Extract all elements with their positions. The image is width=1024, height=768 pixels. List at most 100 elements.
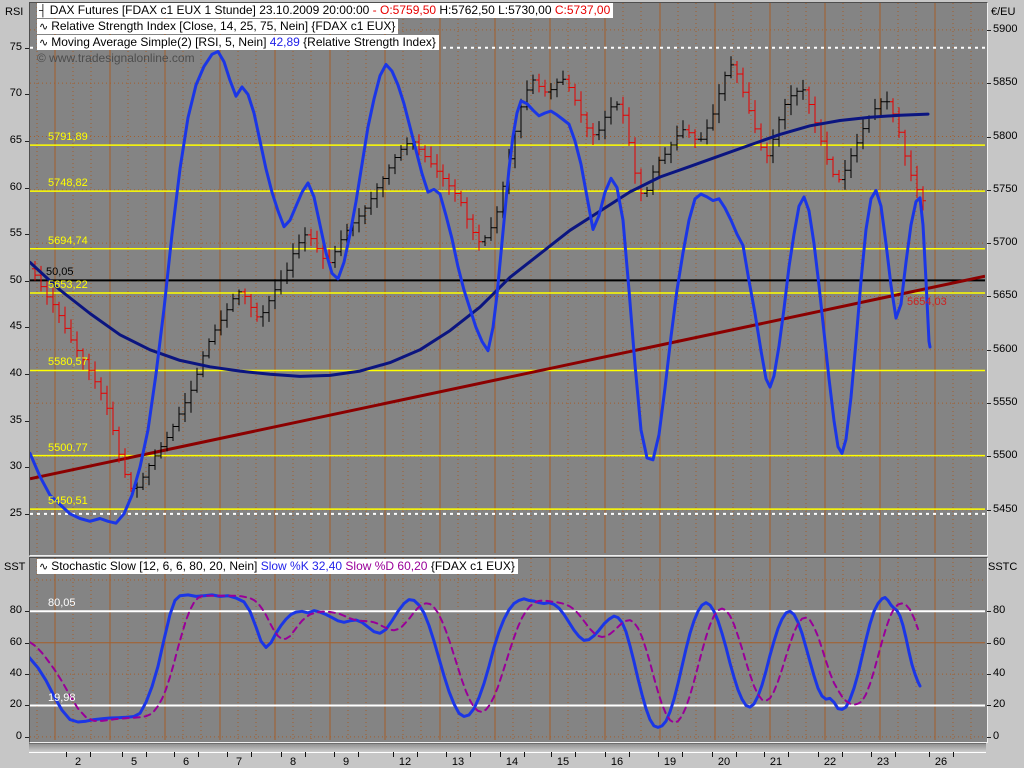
date-label: 14 [505, 756, 519, 768]
price-bar-up [374, 183, 380, 208]
rsi-tick-label: 70 [9, 87, 22, 100]
price-bar-up [782, 98, 788, 130]
date-label: 21 [769, 756, 783, 768]
price-bar-up [272, 279, 278, 310]
price-bar-up [644, 186, 650, 197]
price-tick-label: 5700 [993, 236, 1018, 249]
price-bar-up [842, 160, 848, 190]
price-bar-up [878, 98, 884, 117]
date-label: 23 [876, 756, 890, 768]
price-bar-down [458, 190, 464, 207]
price-tick-label: 5500 [993, 449, 1018, 462]
price-bar-down [428, 146, 434, 168]
date-label: 22 [823, 756, 837, 768]
price-tick-label: 5800 [993, 129, 1018, 142]
price-bar-down [464, 197, 470, 229]
price-bar-up [266, 295, 272, 322]
price-bar-down [836, 170, 842, 183]
rsi-tick-label: 40 [9, 367, 22, 380]
price-tick-label: 5550 [993, 396, 1018, 409]
stoch-tick-label-right: 60 [993, 635, 1006, 648]
price-bar-down [470, 214, 476, 241]
main-chart-panel[interactable] [29, 2, 988, 556]
price-bar-up [674, 125, 680, 151]
stochastic-chart-panel[interactable] [29, 557, 988, 743]
price-tick-label: 5750 [993, 182, 1018, 195]
stoch-tick-label-right: 40 [993, 667, 1006, 680]
price-bar-up [368, 191, 374, 215]
price-bar-up [548, 83, 554, 100]
rsi-tick-label: 55 [9, 227, 22, 240]
stoch-grid [30, 558, 985, 740]
price-bar-up [848, 148, 854, 178]
price-bar-up [770, 129, 776, 164]
sstc-axis-title: SSTC [988, 561, 1018, 573]
price-bar-down [74, 331, 80, 359]
stoch-tick-label: 40 [9, 667, 22, 680]
rsi-tick-label: 30 [9, 460, 22, 473]
rsi-tick-label: 35 [9, 413, 22, 426]
price-bar-up [224, 303, 230, 328]
date-label: 7 [235, 756, 243, 768]
price-bar-down [572, 83, 578, 106]
price-bar-down [248, 294, 254, 318]
price-bar-down [578, 91, 584, 123]
price-bar-up [392, 154, 398, 175]
price-bar-up [194, 367, 200, 393]
price-bar-up [140, 472, 146, 490]
price-bar-down [104, 385, 110, 415]
date-label: 19 [663, 756, 677, 768]
price-bar-up [260, 305, 266, 327]
price-tick-label: 5450 [993, 502, 1018, 515]
price-bar-down [746, 82, 752, 114]
price-bar-up [884, 91, 890, 110]
price-bar-up [188, 380, 194, 413]
stochastic-chart-svg[interactable] [30, 558, 985, 740]
date-label: 5 [130, 756, 138, 768]
price-bar-up [662, 147, 668, 164]
price-bar-down [80, 348, 86, 370]
price-bar-down [536, 73, 542, 93]
main-chart-svg[interactable] [30, 3, 985, 553]
price-bar-down [908, 150, 914, 182]
price-bar-down [914, 165, 920, 198]
stoch-tick-label-right: 0 [993, 729, 1000, 742]
price-bar-up [614, 101, 620, 111]
price-bar-up [680, 120, 686, 139]
price-bar-down [812, 96, 818, 133]
time-axis-bar[interactable] [29, 743, 986, 753]
price-bar-down [98, 377, 104, 401]
rsi-tick-label: 25 [9, 506, 22, 519]
sst-axis-title: SST [4, 561, 26, 573]
price-bar-down [476, 224, 482, 251]
rsi-tick-label: 60 [9, 180, 22, 193]
price-bar-down [830, 156, 836, 178]
date-label: 16 [610, 756, 624, 768]
date-label: 9 [342, 756, 350, 768]
price-bar-down [110, 401, 116, 436]
price-bar-up [176, 406, 182, 432]
price-bar-down [806, 86, 812, 114]
price-bar-down [626, 107, 632, 146]
price-tick-label: 5900 [993, 22, 1018, 35]
price-bar-up [596, 121, 602, 141]
rsi-axis-title: RSI [5, 6, 24, 18]
price-bar-up [212, 324, 218, 345]
date-label: 2 [74, 756, 82, 768]
price-bar-down [542, 79, 548, 97]
price-bar-up [800, 79, 806, 100]
price-bar-down [620, 96, 626, 124]
date-label: 13 [451, 756, 465, 768]
date-label: 12 [398, 756, 412, 768]
price-bar-up [560, 70, 566, 85]
price-bar-up [146, 463, 152, 486]
price-bar-up [554, 78, 560, 98]
price-bar-up [704, 119, 710, 145]
price-bar-up [296, 234, 302, 259]
slow-k-line [30, 593, 922, 729]
trendline [30, 274, 985, 481]
price-bar-up [794, 87, 800, 106]
price-tick-label: 5850 [993, 76, 1018, 89]
price-bar-down [116, 426, 122, 463]
price-bar-down [890, 98, 896, 123]
